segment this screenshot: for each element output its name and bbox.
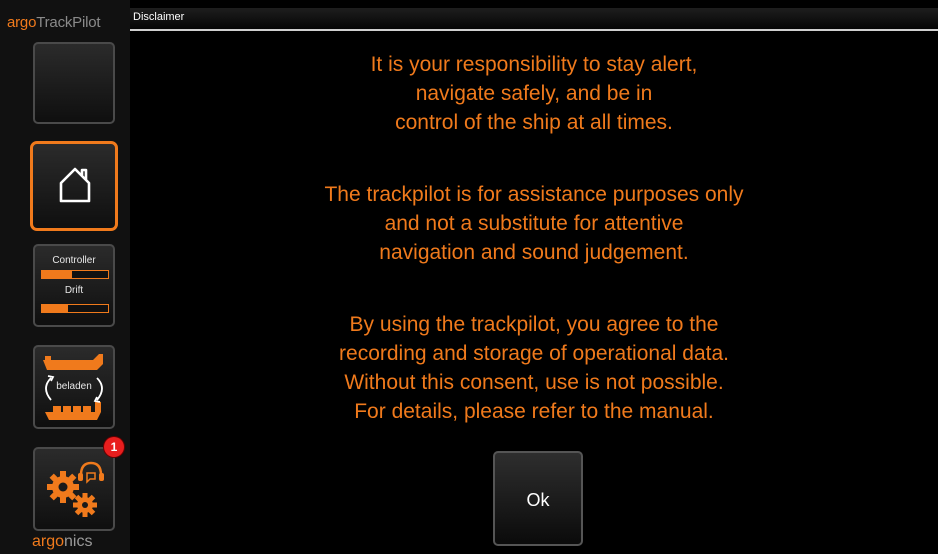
dialog-title: Disclaimer [133, 11, 185, 23]
brand-suffix: TrackPilot [36, 14, 101, 31]
dialog-titlebar: Disclaimer [130, 8, 938, 31]
paragraph-line: navigation and sound judgement. [379, 241, 689, 264]
paragraph-line: By using the trackpilot, you agree to th… [349, 313, 719, 336]
load-state-button[interactable]: beladen [33, 345, 115, 429]
paragraph-line: For details, please refer to the manual. [354, 400, 714, 423]
home-button[interactable] [30, 141, 118, 231]
ok-button[interactable]: Ok [493, 451, 583, 546]
footer-prefix: argo [32, 533, 65, 550]
drift-bar-fill [42, 305, 69, 312]
footer-suffix: nics [64, 533, 93, 550]
disclaimer-paragraph-3: By using the trackpilot, you agree to th… [130, 310, 938, 426]
notification-badge: 1 [104, 437, 124, 457]
paragraph-line: recording and storage of operational dat… [339, 342, 729, 365]
gears-headset-icon [47, 461, 104, 517]
controller-bar-fill [42, 271, 72, 278]
paragraph-line: The trackpilot is for assistance purpose… [324, 183, 744, 206]
drift-bar [41, 304, 109, 313]
footer-logo: argonics [32, 533, 92, 551]
brand-logo: argoTrackPilot [7, 14, 101, 31]
brand-prefix: argo [7, 14, 37, 31]
disclaimer-dialog: Disclaimer It is your responsibility to … [130, 0, 938, 554]
controller-bar [41, 270, 109, 279]
controller-drift-button[interactable]: Controller Drift [33, 244, 115, 327]
load-state-label: beladen [56, 381, 92, 392]
paragraph-line: navigate safely, and be in [415, 82, 653, 105]
paragraph-line: Without this consent, use is not possibl… [344, 371, 724, 394]
paragraph-line: and not a substitute for attentive [384, 212, 684, 235]
home-icon [59, 167, 91, 203]
app-window: argoTrackPilot Controller Drift beladen … [0, 0, 938, 554]
disclaimer-paragraph-1: It is your responsibility to stay alert,… [130, 50, 938, 137]
blank-button[interactable] [33, 42, 115, 124]
disclaimer-paragraph-2: The trackpilot is for assistance purpose… [130, 180, 938, 267]
paragraph-line: control of the ship at all times. [395, 111, 673, 134]
paragraph-line: It is your responsibility to stay alert, [370, 53, 698, 76]
drift-label: Drift [64, 285, 84, 296]
controller-label: Controller [52, 255, 96, 266]
sidebar: argoTrackPilot Controller Drift beladen … [0, 0, 130, 554]
settings-button[interactable] [33, 447, 115, 531]
